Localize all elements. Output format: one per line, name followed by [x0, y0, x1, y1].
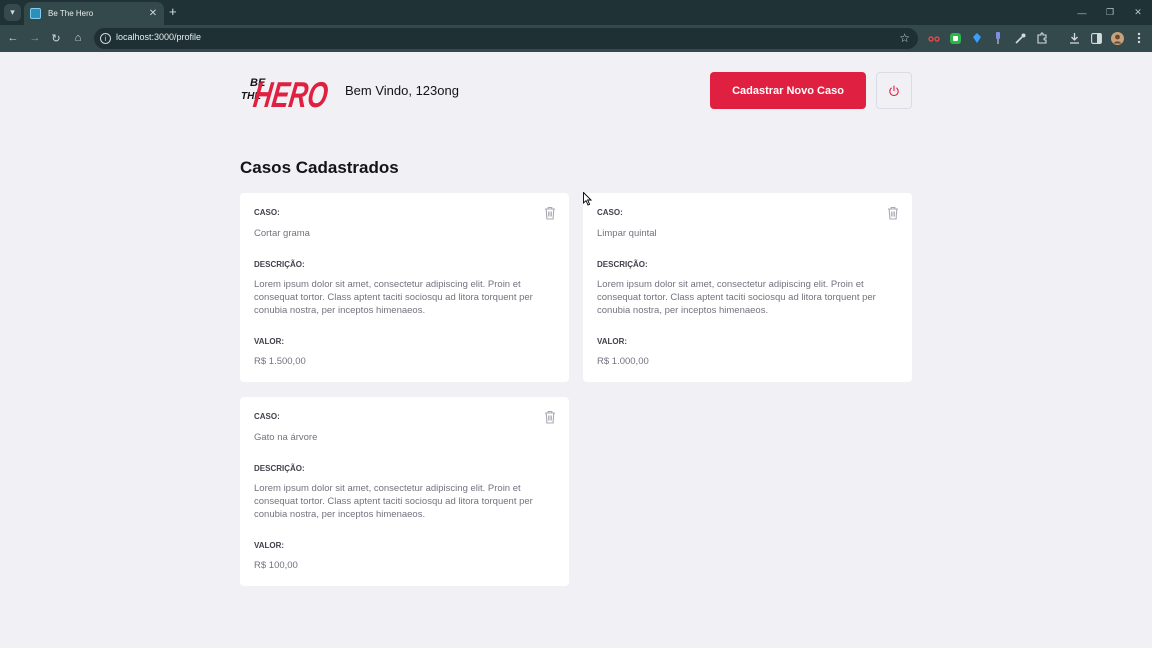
- case-card: CASO: Gato na árvore DESCRIÇÃO: Lorem ip…: [240, 397, 569, 586]
- back-icon[interactable]: ←: [5, 30, 21, 46]
- eyedropper-icon[interactable]: [1013, 31, 1027, 45]
- case-description: Lorem ipsum dolor sit amet, consectetur …: [254, 483, 533, 520]
- case-card: CASO: Cortar grama DESCRIÇÃO: Lorem ipsu…: [240, 193, 569, 382]
- case-value: R$ 1.000,00: [597, 356, 649, 367]
- logout-button[interactable]: [876, 72, 912, 109]
- profile-page: BE THE HERO Bem Vindo, 123ong Cadastrar …: [0, 52, 1152, 648]
- extension-blue-icon[interactable]: [970, 31, 984, 45]
- restore-icon[interactable]: ❐: [1096, 0, 1124, 25]
- menu-dots-icon[interactable]: [1132, 31, 1146, 45]
- tab-title: Be The Hero: [48, 9, 94, 18]
- case-value: R$ 100,00: [254, 560, 298, 571]
- browser-tab-bar: ▾ Be The Hero ✕ + — ❐ ✕: [0, 0, 1152, 25]
- description-label: DESCRIÇÃO:: [254, 464, 305, 473]
- tab-search-chevron-down-icon[interactable]: ▾: [4, 4, 21, 21]
- logo-hero-text: HERO: [251, 74, 331, 110]
- case-label: CASO:: [597, 208, 623, 217]
- case-label: CASO:: [254, 412, 280, 421]
- case-card: CASO: Limpar quintal DESCRIÇÃO: Lorem ip…: [583, 193, 912, 382]
- address-bar[interactable]: i localhost:3000/profile ☆: [94, 28, 918, 49]
- value-label: VALOR:: [254, 337, 285, 346]
- star-icon[interactable]: ☆: [899, 31, 910, 45]
- mouse-cursor-icon: [583, 192, 592, 206]
- browser-tab[interactable]: Be The Hero ✕: [24, 2, 164, 25]
- profile-avatar-icon[interactable]: [1110, 31, 1124, 45]
- trash-icon[interactable]: [887, 206, 899, 220]
- new-tab-plus-icon[interactable]: +: [169, 4, 177, 20]
- minimize-icon[interactable]: —: [1068, 0, 1096, 25]
- browser-toolbar: ← → ↻ ⌂ i localhost:3000/profile ☆: [0, 25, 1152, 52]
- case-title: Limpar quintal: [597, 228, 657, 239]
- window-close-icon[interactable]: ✕: [1124, 0, 1152, 25]
- be-the-hero-logo: BE THE HERO: [241, 74, 331, 110]
- tab-close-icon[interactable]: ✕: [146, 8, 160, 19]
- favicon-icon: [30, 8, 41, 19]
- new-case-button[interactable]: Cadastrar Novo Caso: [710, 72, 866, 109]
- welcome-text: Bem Vindo, 123ong: [345, 83, 459, 98]
- url-text[interactable]: localhost:3000/profile: [116, 32, 201, 42]
- case-title: Gato na árvore: [254, 432, 318, 443]
- description-label: DESCRIÇÃO:: [597, 260, 648, 269]
- extension-incognito-icon[interactable]: [927, 31, 941, 45]
- case-label: CASO:: [254, 208, 280, 217]
- case-value: R$ 1.500,00: [254, 356, 306, 367]
- power-icon: [889, 84, 899, 96]
- extension-green-icon[interactable]: [948, 31, 962, 45]
- home-icon[interactable]: ⌂: [70, 30, 86, 46]
- value-label: VALOR:: [597, 337, 628, 346]
- side-panel-icon[interactable]: [1089, 31, 1103, 45]
- case-title: Cortar grama: [254, 228, 310, 239]
- extension-pin-icon[interactable]: [991, 31, 1005, 45]
- case-description: Lorem ipsum dolor sit amet, consectetur …: [254, 279, 533, 316]
- trash-icon[interactable]: [544, 206, 556, 220]
- info-icon[interactable]: i: [100, 33, 111, 44]
- trash-icon[interactable]: [544, 410, 556, 424]
- case-description: Lorem ipsum dolor sit amet, consectetur …: [597, 279, 876, 316]
- forward-icon[interactable]: →: [27, 30, 43, 46]
- page-header: BE THE HERO Bem Vindo, 123ong Cadastrar …: [240, 72, 912, 110]
- extensions-puzzle-icon[interactable]: [1035, 31, 1049, 45]
- description-label: DESCRIÇÃO:: [254, 260, 305, 269]
- download-icon[interactable]: [1067, 31, 1081, 45]
- value-label: VALOR:: [254, 541, 285, 550]
- window-controls: — ❐ ✕: [1068, 0, 1152, 25]
- page-title: Casos Cadastrados: [240, 158, 399, 177]
- reload-icon[interactable]: ↻: [48, 30, 64, 46]
